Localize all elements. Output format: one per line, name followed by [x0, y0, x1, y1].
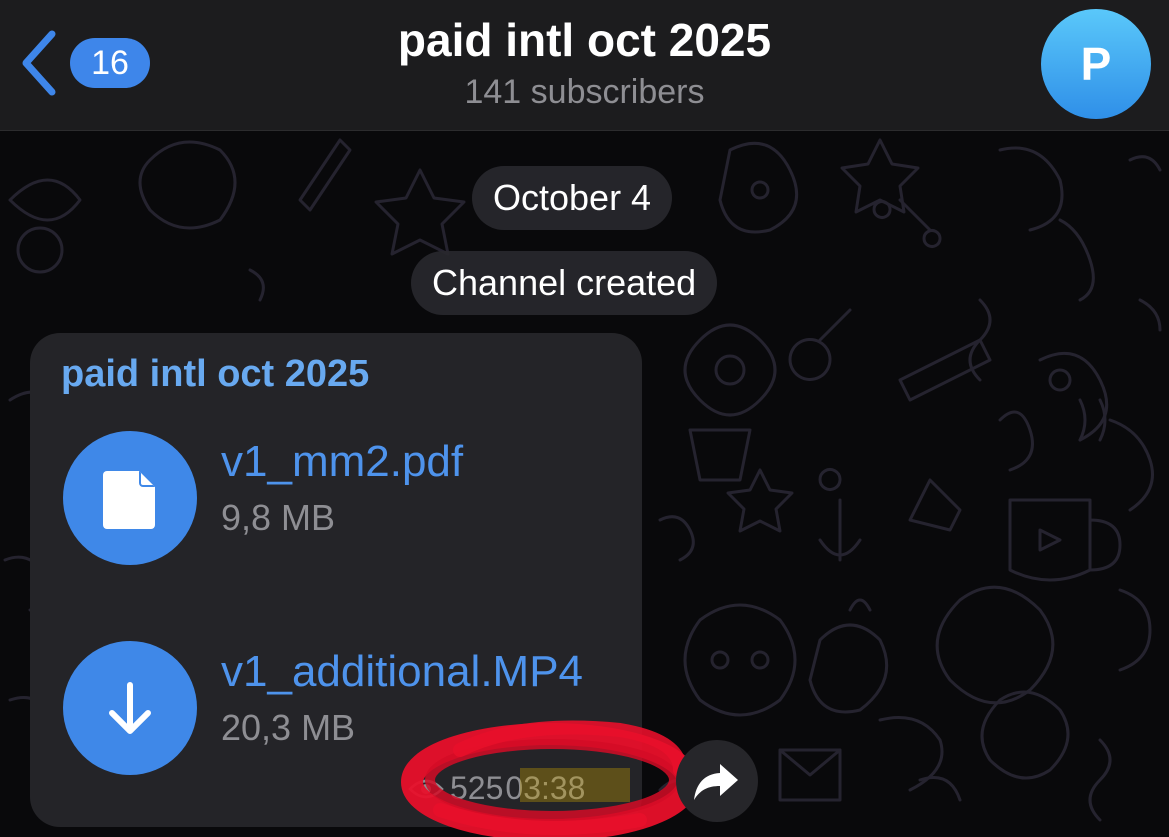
message-bubble[interactable]: paid intl oct 2025 v1_mm2.pdf 9,8 MB v1_… [30, 333, 642, 827]
file-size: 9,8 MB [221, 497, 336, 538]
channel-avatar[interactable]: P [1041, 9, 1151, 119]
chat-screen: 16 paid intl oct 2025 141 subscribers P … [0, 0, 1169, 837]
message-meta: 525 03:38 [408, 770, 585, 807]
share-arrow-icon [694, 764, 738, 800]
download-arrow-icon[interactable] [63, 641, 197, 775]
date-separator: October 4 [472, 166, 673, 230]
message-time: 03:38 [505, 770, 586, 806]
chat-title-area[interactable]: paid intl oct 2025 141 subscribers [250, 12, 919, 114]
document-icon[interactable] [63, 431, 197, 565]
chat-header: 16 paid intl oct 2025 141 subscribers P [0, 0, 1169, 131]
chevron-left-icon [22, 30, 56, 96]
unread-count-badge: 16 [70, 38, 150, 88]
file-name[interactable]: v1_additional.MP4 [221, 647, 583, 697]
file-attachment[interactable]: v1_mm2.pdf 9,8 MB [63, 431, 623, 565]
service-message-channel-created: Channel created [411, 251, 718, 315]
back-button[interactable]: 16 [20, 30, 150, 96]
chat-title: paid intl oct 2025 [397, 14, 772, 66]
view-count: 525 [450, 770, 504, 806]
file-name[interactable]: v1_mm2.pdf [221, 437, 463, 487]
sender-name[interactable]: paid intl oct 2025 [61, 353, 369, 396]
file-size: 20,3 MB [221, 707, 356, 748]
file-attachment[interactable]: v1_additional.MP4 20,3 MB [63, 641, 623, 775]
eye-icon [408, 779, 444, 798]
subscriber-count: 141 subscribers [464, 73, 705, 111]
share-button[interactable] [676, 740, 758, 822]
